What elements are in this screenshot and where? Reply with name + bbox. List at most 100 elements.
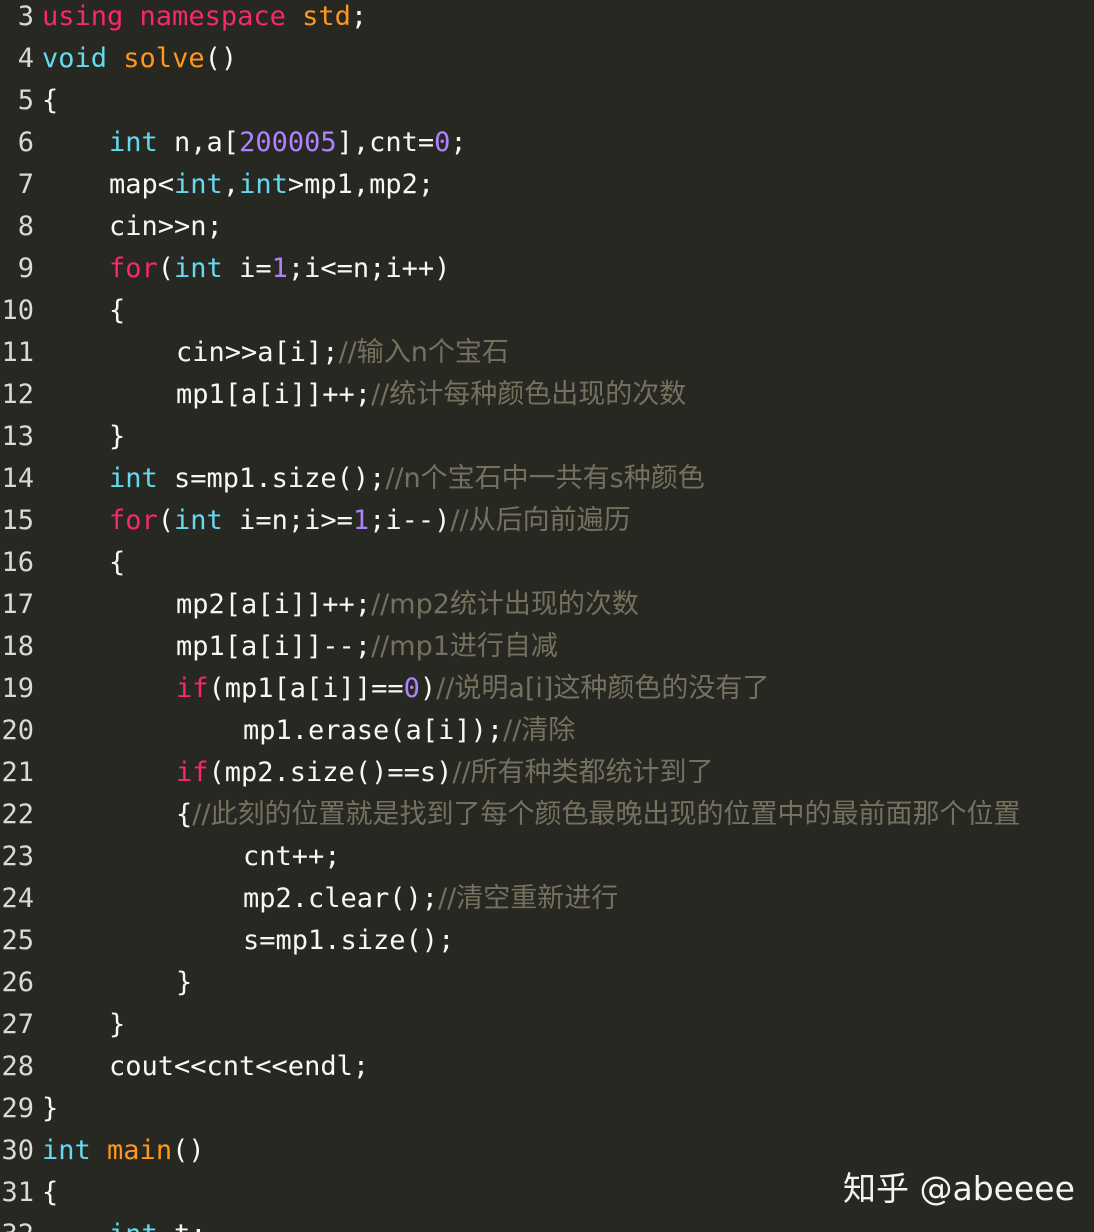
code-line[interactable]: 10 {: [0, 290, 1094, 332]
code-text: cnt++;: [243, 836, 341, 878]
line-number: 11: [1, 337, 34, 368]
code-token: cin>>a[i];: [176, 337, 339, 368]
code-line[interactable]: 9 for(int i=1;i<=n;i++): [0, 248, 1094, 290]
code-line[interactable]: 17 mp2[a[i]]++;//mp2统计出现的次数: [0, 584, 1094, 626]
code-token: }: [176, 967, 193, 998]
code-token: map<: [109, 169, 175, 200]
code-token: using: [42, 1, 124, 32]
code-line[interactable]: 11 cin>>a[i];//输入n个宝石: [0, 332, 1094, 374]
code-comment: //所有种类都统计到了: [452, 757, 714, 788]
line-number: 20: [1, 715, 34, 746]
code-line[interactable]: 12 mp1[a[i]]++;//统计每种颜色出现的次数: [0, 374, 1094, 416]
code-line[interactable]: 3 using namespace std;: [0, 0, 1094, 38]
code-text: mp1.erase(a[i]);//清除: [243, 710, 575, 752]
code-text: {: [42, 1172, 58, 1214]
code-token: int: [109, 1219, 158, 1232]
code-token: (: [157, 505, 175, 536]
code-token: ): [419, 673, 437, 704]
code-text: void solve(): [42, 38, 237, 80]
code-line[interactable]: 15 for(int i=n;i>=1;i--)//从后向前遍历: [0, 500, 1094, 542]
code-line[interactable]: 7 map<int,int>mp1,mp2;: [0, 164, 1094, 206]
code-comment: //mp1进行自减: [371, 631, 558, 662]
code-text: cin>>a[i];//输入n个宝石: [176, 332, 509, 374]
code-line[interactable]: 8 cin>>n;: [0, 206, 1094, 248]
line-number: 7: [17, 169, 34, 200]
code-text: mp2[a[i]]++;//mp2统计出现的次数: [176, 584, 639, 626]
code-token: mp1[a[i]]++;: [176, 379, 372, 410]
code-token: mp1[a[i]]--;: [176, 631, 372, 662]
code-token: (): [204, 43, 238, 74]
code-token: s=mp1.size();: [243, 925, 455, 956]
code-line[interactable]: 14 int s=mp1.size();//n个宝石中一共有s种颜色: [0, 458, 1094, 500]
code-comment: //此刻的位置就是找到了每个颜色最晚出现的位置中的最前面那个位置: [192, 799, 1021, 830]
code-text: {: [109, 290, 125, 332]
code-token: for: [109, 505, 158, 536]
code-token: s=mp1.size();: [157, 463, 386, 494]
zhihu-watermark: 知乎 @abeeee: [843, 1169, 1075, 1208]
code-text: s=mp1.size();: [243, 920, 454, 962]
code-token: t;: [158, 1219, 207, 1232]
line-number: 19: [1, 673, 34, 704]
code-token: if: [176, 673, 209, 704]
code-text: int t;: [109, 1214, 207, 1232]
code-token: mp1.erase(a[i]);: [243, 715, 504, 746]
code-text: }: [109, 1004, 125, 1046]
code-text: {//此刻的位置就是找到了每个颜色最晚出现的位置中的最前面那个位置: [176, 794, 1020, 836]
code-line[interactable]: 16 {: [0, 542, 1094, 584]
code-text: int n,a[200005],cnt=0;: [109, 122, 467, 164]
code-comment: //输入n个宝石: [338, 337, 509, 368]
code-token: int: [42, 1135, 91, 1166]
code-line[interactable]: 25 s=mp1.size();: [0, 920, 1094, 962]
code-text: if(mp1[a[i]]==0)//说明a[i]这种颜色的没有了: [176, 668, 769, 710]
line-number: 23: [1, 841, 34, 872]
code-token: (mp1[a[i]]==: [208, 673, 404, 704]
code-token: namespace: [139, 1, 286, 32]
code-text: cin>>n;: [109, 206, 223, 248]
code-line[interactable]: 23 cnt++;: [0, 836, 1094, 878]
line-number: 24: [1, 883, 34, 914]
code-token: >mp1,mp2;: [287, 169, 435, 200]
code-line[interactable]: 22 {//此刻的位置就是找到了每个颜色最晚出现的位置中的最前面那个位置: [0, 794, 1094, 836]
code-line[interactable]: 19 if(mp1[a[i]]==0)//说明a[i]这种颜色的没有了: [0, 668, 1094, 710]
code-line[interactable]: 6 int n,a[200005],cnt=0;: [0, 122, 1094, 164]
code-line[interactable]: 13}: [0, 416, 1094, 458]
code-line[interactable]: 5{: [0, 80, 1094, 122]
code-line[interactable]: 21 if(mp2.size()==s)//所有种类都统计到了: [0, 752, 1094, 794]
code-comment: //从后向前遍历: [450, 505, 631, 536]
line-number: 9: [17, 253, 34, 284]
code-token: }: [109, 1009, 126, 1040]
code-token: 1: [352, 505, 370, 536]
code-line[interactable]: 29}: [0, 1088, 1094, 1130]
code-text: using namespace std;: [42, 0, 367, 38]
code-text: mp1[a[i]]--;//mp1进行自减: [176, 626, 558, 668]
code-token: (): [172, 1135, 205, 1166]
line-number: 18: [1, 631, 34, 662]
code-line[interactable]: 4 void solve(): [0, 38, 1094, 80]
code-token: }: [42, 1093, 59, 1124]
code-editor[interactable]: 3 using namespace std; 4 void solve() 5{6 int…: [0, 0, 1094, 1232]
code-comment: //mp2统计出现的次数: [371, 589, 639, 620]
code-line[interactable]: 20 mp1.erase(a[i]);//清除: [0, 710, 1094, 752]
code-token: int: [174, 253, 223, 284]
code-token: if: [176, 757, 209, 788]
code-text: int main(): [42, 1130, 205, 1172]
code-line[interactable]: 18 mp1[a[i]]--;//mp1进行自减: [0, 626, 1094, 668]
code-token: cout<<cnt<<endl;: [109, 1051, 370, 1082]
code-comment: //清空重新进行: [438, 883, 619, 914]
code-token: {: [42, 1177, 59, 1208]
code-text: }: [42, 1088, 58, 1130]
code-comment: //说明a[i]这种颜色的没有了: [436, 673, 770, 704]
code-line[interactable]: 27}: [0, 1004, 1094, 1046]
code-token: i=n;i>=: [222, 505, 353, 536]
code-token: main: [107, 1135, 173, 1166]
code-line[interactable]: 24 mp2.clear();//清空重新进行: [0, 878, 1094, 920]
code-line[interactable]: 32 int t;: [0, 1214, 1094, 1232]
code-token: ,: [222, 169, 240, 200]
code-line[interactable]: 26}: [0, 962, 1094, 1004]
code-comment: //n个宝石中一共有s种颜色: [385, 463, 705, 494]
code-line[interactable]: 28 cout<<cnt<<endl;: [0, 1046, 1094, 1088]
line-number: 15: [1, 505, 34, 536]
